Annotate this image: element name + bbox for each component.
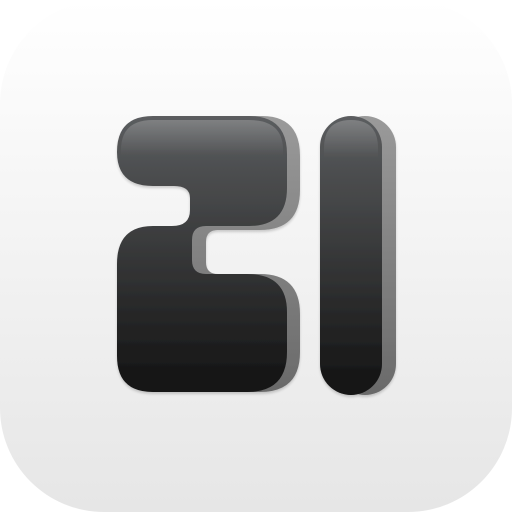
digit-one-glyph [320,116,396,395]
digit-two-highlight [121,120,283,156]
app-icon[interactable] [0,0,512,512]
app-icon-screenshot [0,0,512,512]
icon-tile [0,0,512,512]
